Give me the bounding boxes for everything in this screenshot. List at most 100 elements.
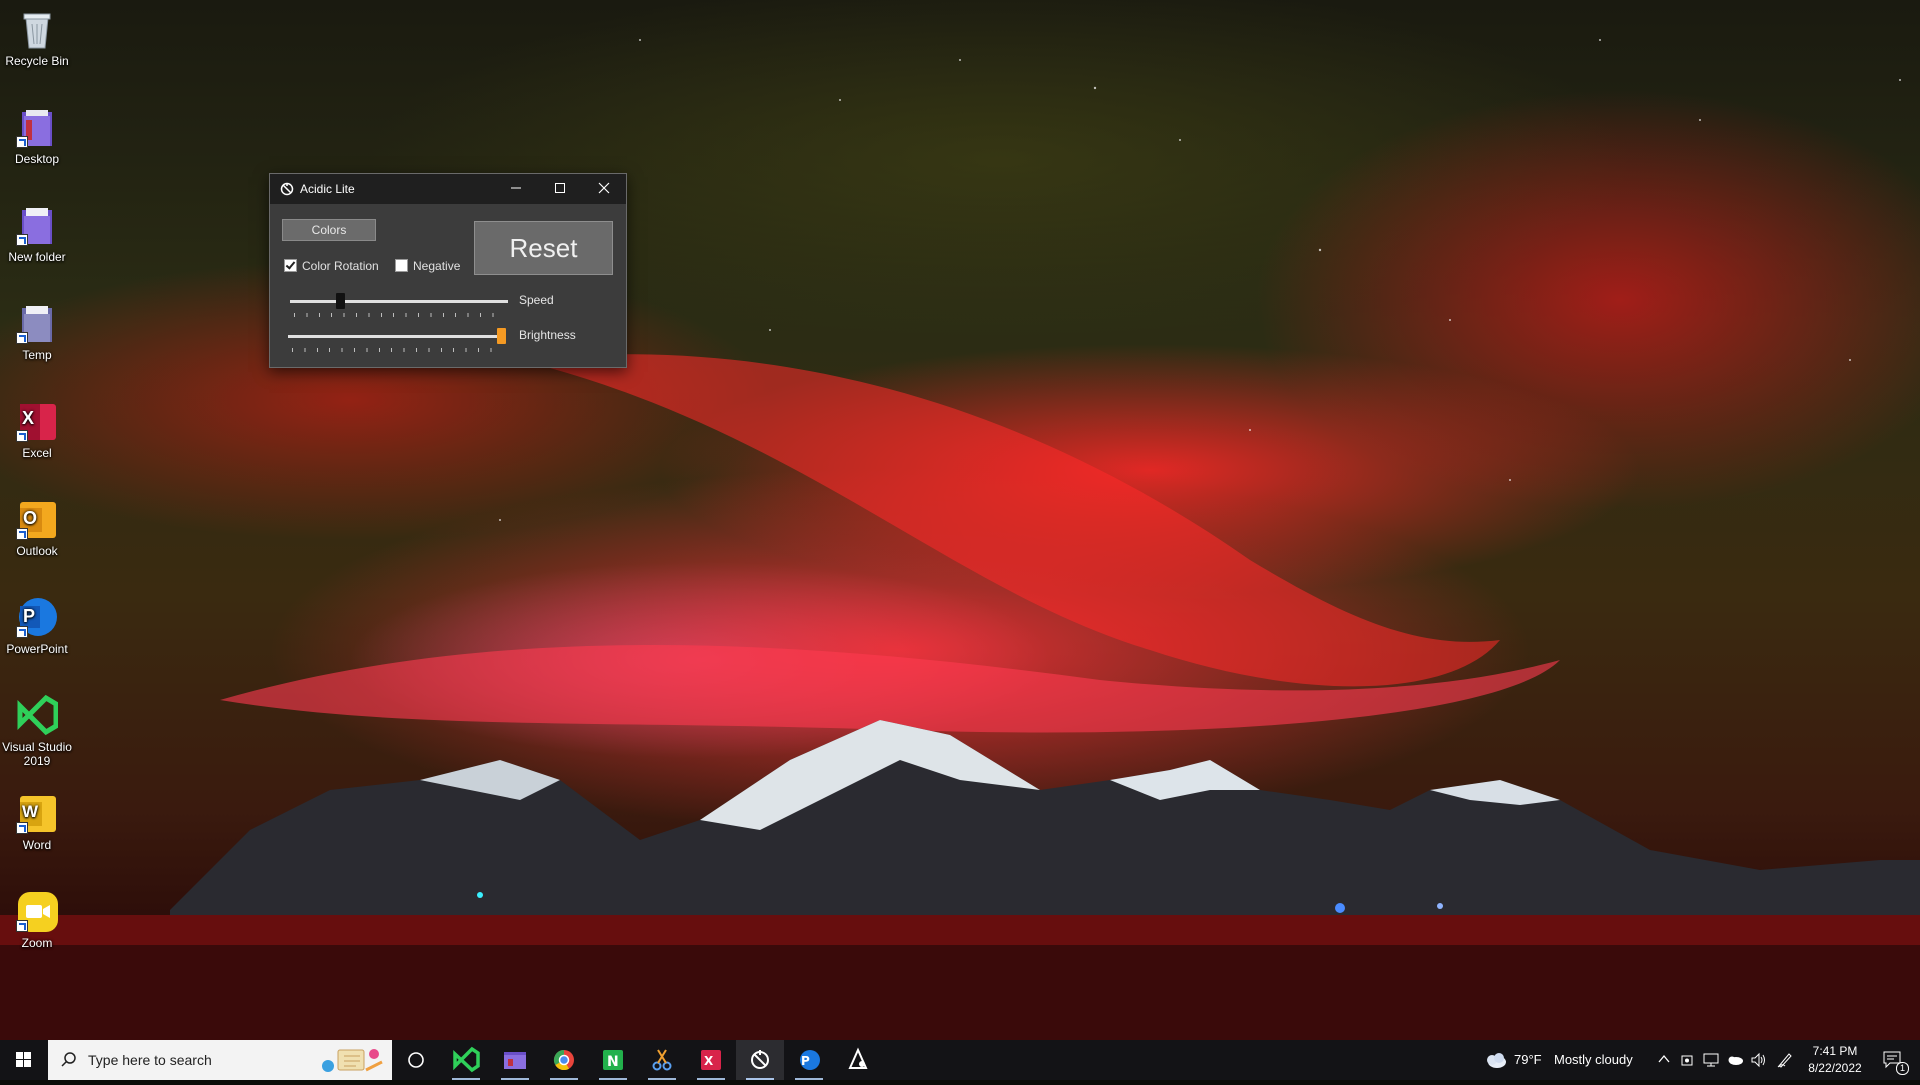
taskbar-cortana[interactable]	[392, 1040, 440, 1080]
outlook-icon: O	[16, 498, 58, 540]
desktop-icon-outlook[interactable]: O Outlook	[0, 492, 74, 558]
reset-button[interactable]: Reset	[474, 221, 613, 275]
cloud-icon	[1487, 1053, 1506, 1068]
desktop-icon-label: PowerPoint	[6, 642, 68, 656]
desktop-icon-new-folder[interactable]: New folder	[0, 198, 74, 264]
negative-checkbox[interactable]: Negative	[395, 258, 460, 274]
folder-icon	[16, 106, 58, 148]
minimize-button[interactable]	[494, 174, 538, 204]
powerpoint-icon: P	[800, 1050, 820, 1070]
desktop-icon-zoom[interactable]: Zoom	[0, 884, 74, 950]
speed-label: Speed	[519, 293, 554, 307]
desktop-icon-desktop[interactable]: Desktop	[0, 100, 74, 166]
desktop-icon-label: Recycle Bin	[5, 54, 69, 68]
close-icon	[598, 182, 610, 194]
weather-condition: Mostly cloudy	[1554, 1052, 1633, 1067]
color-rotation-checkbox[interactable]: Color Rotation	[284, 258, 379, 274]
numbers-icon: N	[603, 1050, 623, 1070]
desktop-icon-label: Excel	[22, 446, 52, 460]
taskbar-powerpoint[interactable]: P	[785, 1040, 833, 1080]
search-placeholder: Type here to search	[88, 1052, 212, 1068]
brightness-slider[interactable]	[288, 328, 506, 354]
slider-thumb[interactable]	[497, 328, 506, 344]
svg-text:N: N	[607, 1054, 619, 1070]
slider-thumb[interactable]	[336, 293, 345, 309]
network-icon	[1703, 1053, 1719, 1067]
colors-button[interactable]: Colors	[282, 219, 376, 241]
taskbar-file-explorer[interactable]	[491, 1040, 539, 1080]
search-icon	[61, 1052, 76, 1067]
folder-icon	[16, 204, 58, 246]
taskbar-snipping-tool[interactable]	[638, 1040, 686, 1080]
brightness-label: Brightness	[519, 328, 576, 342]
desktop-icon-label: New folder	[8, 250, 66, 264]
taskbar-numbers[interactable]: N	[589, 1040, 637, 1080]
cortana-icon	[408, 1052, 424, 1068]
taskbar-acidic-alt[interactable]	[834, 1040, 882, 1080]
desktop-icon-word[interactable]: W Word	[0, 786, 74, 852]
search-highlight-illustration-icon	[322, 1049, 383, 1072]
desktop-wallpaper	[0, 0, 1920, 1080]
tray-volume[interactable]	[1748, 1040, 1770, 1080]
excel-icon: X	[16, 400, 58, 442]
weather-widget[interactable]: 79°F Mostly cloudy	[1484, 1040, 1644, 1080]
desktop-icon-label: Visual Studio 2019	[2, 740, 72, 768]
show-hidden-icons-button[interactable]	[1654, 1040, 1674, 1080]
clock-date: 8/22/2022	[1808, 1061, 1862, 1075]
title-bar[interactable]: Acidic Lite	[270, 174, 626, 204]
desktop-icon-label: Word	[22, 838, 52, 852]
negative-label: Negative	[413, 259, 461, 273]
meet-now-icon	[1681, 1055, 1693, 1066]
desktop-icon-powerpoint[interactable]: P PowerPoint	[0, 590, 74, 656]
search-box[interactable]: Type here to search	[48, 1040, 392, 1080]
acidic-app-icon	[280, 182, 294, 196]
slider-track[interactable]	[288, 335, 506, 338]
acidic-app-icon	[751, 1050, 769, 1069]
word-icon: W	[16, 792, 58, 834]
checkbox-box[interactable]	[395, 259, 408, 272]
slider-ticks	[292, 348, 502, 352]
tray-camera[interactable]	[1678, 1040, 1698, 1080]
taskbar-visual-studio[interactable]	[442, 1040, 490, 1080]
close-button[interactable]	[582, 174, 626, 204]
window-title: Acidic Lite	[300, 182, 355, 196]
tray-network[interactable]	[1700, 1040, 1722, 1080]
action-center-button[interactable]: 1	[1876, 1040, 1910, 1080]
visual-studio-icon	[16, 694, 59, 736]
svg-text:P: P	[801, 1054, 810, 1068]
desktop-icon-recycle-bin[interactable]: Recycle Bin	[0, 2, 74, 68]
excel-icon: X	[701, 1050, 721, 1070]
minimize-icon	[511, 187, 521, 189]
speed-slider[interactable]	[290, 293, 508, 319]
visual-studio-icon	[453, 1046, 480, 1073]
recycle-bin-icon	[16, 8, 58, 50]
taskbar-clock[interactable]: 7:41 PM 8/22/2022	[1802, 1043, 1868, 1077]
chevron-up-icon	[1658, 1054, 1670, 1063]
taskbar-acidic-lite[interactable]	[736, 1040, 784, 1080]
desktop-icon-label: Temp	[22, 348, 52, 362]
desktop-icon-excel[interactable]: X Excel	[0, 394, 74, 460]
tray-pen[interactable]	[1774, 1040, 1796, 1080]
desktop-icon-label: Zoom	[21, 936, 53, 950]
start-button[interactable]	[0, 1040, 48, 1080]
desktop-icon-visual-studio[interactable]: Visual Studio 2019	[0, 688, 74, 768]
color-rotation-label: Color Rotation	[302, 259, 379, 273]
taskbar-excel[interactable]: X	[687, 1040, 735, 1080]
taskbar: Type here to search N X P 79°F Mostly cl…	[0, 1040, 1920, 1080]
maximize-button[interactable]	[538, 174, 582, 204]
onedrive-icon	[1728, 1056, 1743, 1065]
windows-logo-icon	[16, 1052, 31, 1067]
checkbox-box[interactable]	[284, 259, 297, 272]
acidic-lite-window: Acidic Lite Colors Reset Color Rotation …	[269, 173, 627, 368]
taskbar-chrome[interactable]	[540, 1040, 588, 1080]
acidic-alt-icon	[848, 1047, 868, 1069]
slider-track[interactable]	[290, 300, 508, 303]
clock-time: 7:41 PM	[1812, 1044, 1858, 1058]
tray-onedrive[interactable]	[1724, 1040, 1746, 1080]
svg-text:X: X	[704, 1054, 714, 1068]
weather-temp: 79°F	[1514, 1052, 1542, 1067]
desktop-icon-label: Outlook	[16, 544, 58, 558]
desktop-icon-label: Desktop	[14, 152, 60, 166]
desktop-icon-temp[interactable]: Temp	[0, 296, 74, 362]
powerpoint-icon: P	[16, 596, 58, 638]
